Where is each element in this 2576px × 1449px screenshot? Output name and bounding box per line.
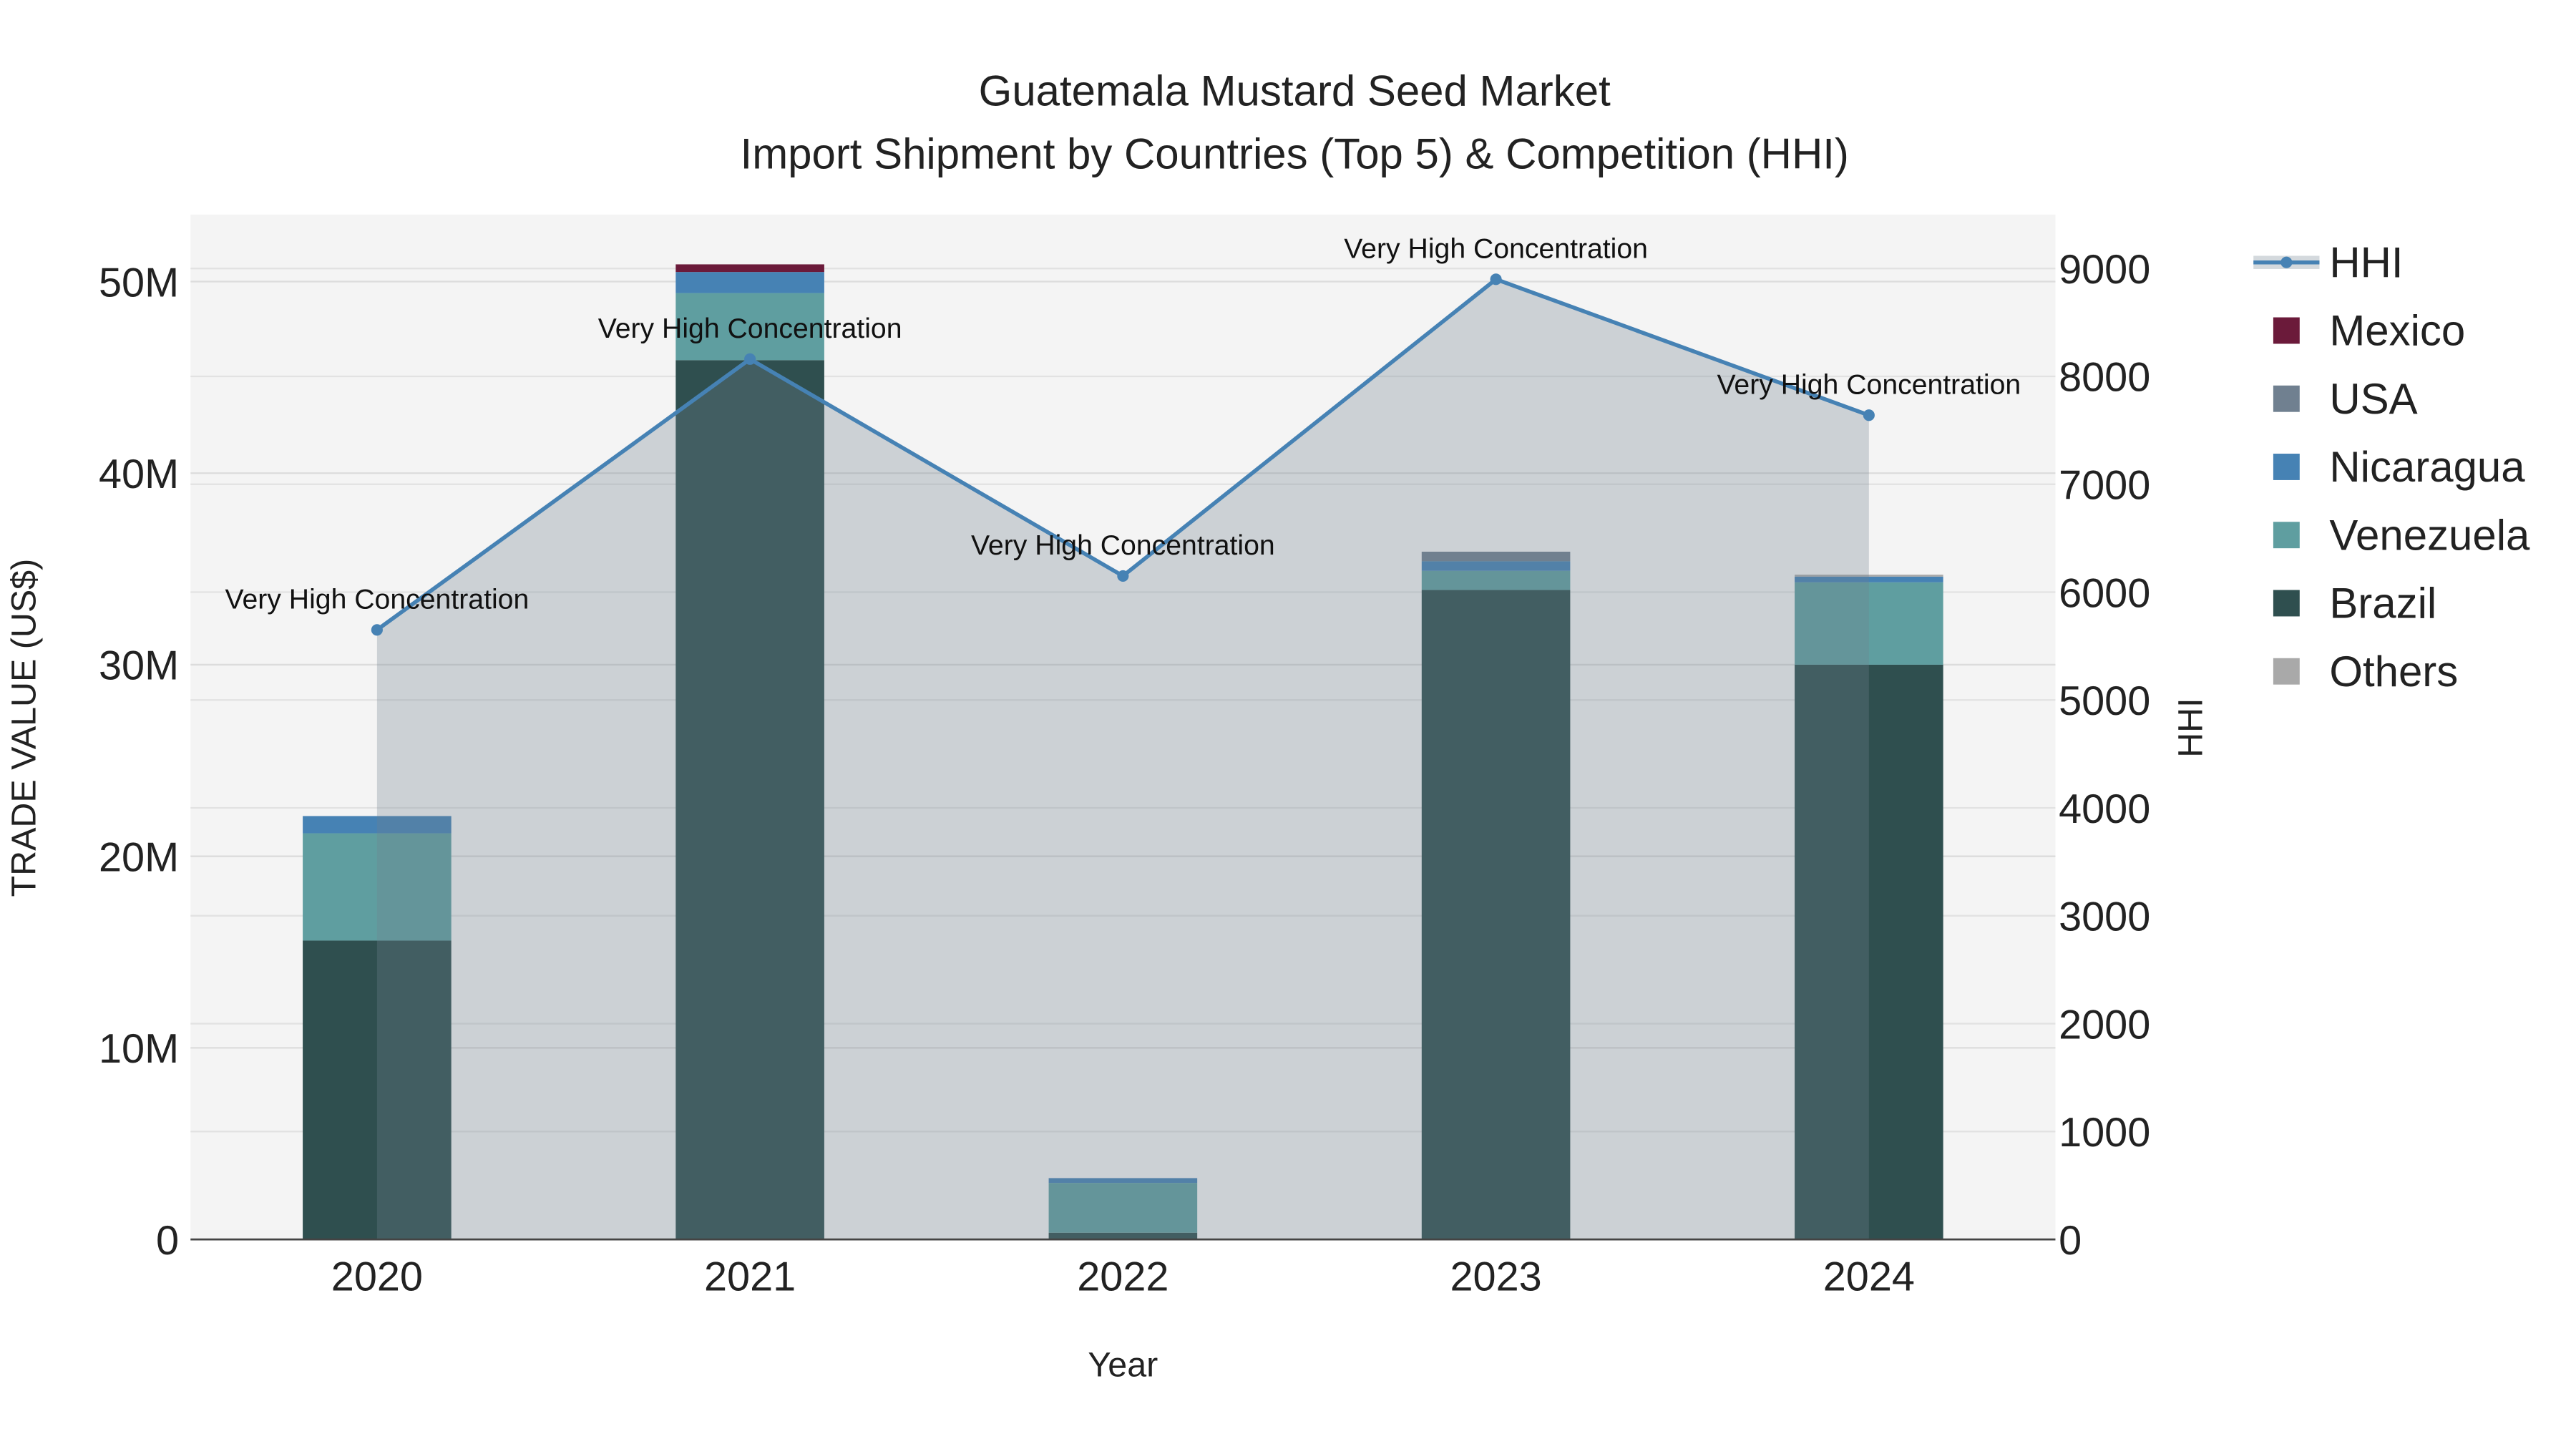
x-axis-label: Year — [1088, 1346, 1158, 1385]
legend-swatch-marker — [2280, 256, 2293, 268]
hhi-point — [1490, 273, 1502, 286]
legend-item-venezuela: Venezuela — [2273, 511, 2530, 559]
chart-title: Guatemala Mustard Seed Market — [979, 67, 1611, 115]
hhi-point — [1863, 409, 1875, 421]
hhi-point — [1117, 570, 1129, 582]
y-tick-label: 30M — [99, 643, 179, 689]
legend-label: Mexico — [2329, 307, 2465, 355]
legend-label: Venezuela — [2329, 511, 2530, 559]
y2-tick-label: 8000 — [2059, 355, 2150, 401]
legend-item-mexico: Mexico — [2273, 307, 2465, 355]
legend: HHI Mexico USA Nicaragua Venezuela Brazil Othe… — [2253, 238, 2530, 696]
y-tick-label: 40M — [99, 452, 179, 497]
legend-label: USA — [2329, 375, 2417, 423]
x-tick-label: 2021 — [704, 1254, 796, 1300]
hhi-annotation: Very High Concentration — [598, 313, 902, 344]
y-axis-ticks: 0 10M 20M 30M 40M 50M — [99, 260, 179, 1264]
hhi-annotation: Very High Concentration — [225, 584, 529, 615]
legend-swatch — [2273, 454, 2300, 480]
legend-label: Nicaragua — [2329, 443, 2525, 491]
legend-item-others: Others — [2273, 648, 2458, 696]
x-axis-ticks: 2020 2021 2022 2023 2024 — [331, 1254, 1915, 1300]
hhi-annotation: Very High Concentration — [1344, 233, 1648, 264]
y2-tick-label: 4000 — [2059, 786, 2150, 832]
y2-tick-label: 9000 — [2059, 247, 2150, 293]
x-tick-label: 2023 — [1450, 1254, 1541, 1300]
hhi-point — [744, 353, 756, 365]
y2-tick-label: 0 — [2059, 1218, 2082, 1264]
hhi-annotation: Very High Concentration — [971, 530, 1275, 561]
y2-tick-label: 7000 — [2059, 462, 2150, 508]
x-tick-label: 2020 — [331, 1254, 423, 1300]
legend-item-hhi: HHI — [2253, 238, 2404, 286]
legend-swatch — [2273, 317, 2300, 344]
x-tick-label: 2024 — [1823, 1254, 1915, 1300]
x-tick-label: 2022 — [1077, 1254, 1169, 1300]
legend-label: Brazil — [2329, 580, 2436, 628]
y2-tick-label: 5000 — [2059, 678, 2150, 724]
chart: Very High Concentration Very High Concent… — [4, 67, 2530, 1385]
y2-axis-ticks: 0 1000 2000 3000 4000 5000 6000 7000 8000 9000 — [2059, 247, 2150, 1264]
legend-item-brazil: Brazil — [2273, 580, 2436, 628]
legend-swatch — [2273, 590, 2300, 617]
y-tick-label: 0 — [156, 1218, 179, 1264]
legend-swatch — [2273, 658, 2300, 685]
y2-axis-label: HHI — [2172, 698, 2210, 757]
bar-nicaragua-2021 — [675, 272, 824, 293]
legend-swatch — [2273, 522, 2300, 549]
chart-subtitle: Import Shipment by Countries (Top 5) & C… — [741, 130, 1849, 177]
legend-label: HHI — [2329, 238, 2403, 286]
legend-item-usa: USA — [2273, 375, 2418, 423]
hhi-annotation: Very High Concentration — [1717, 369, 2021, 400]
y-axis-label: TRADE VALUE (US$) — [4, 559, 43, 897]
y2-tick-label: 3000 — [2059, 894, 2150, 940]
y2-tick-label: 6000 — [2059, 570, 2150, 616]
legend-label: Others — [2329, 648, 2458, 696]
legend-item-nicaragua: Nicaragua — [2273, 443, 2525, 491]
y-tick-label: 50M — [99, 260, 179, 306]
legend-swatch — [2273, 385, 2300, 412]
bar-mexico-2021 — [675, 264, 824, 273]
y2-tick-label: 1000 — [2059, 1110, 2150, 1156]
y-tick-label: 10M — [99, 1026, 179, 1072]
hhi-point — [371, 624, 383, 636]
y-tick-label: 20M — [99, 834, 179, 880]
y2-tick-label: 2000 — [2059, 1002, 2150, 1048]
